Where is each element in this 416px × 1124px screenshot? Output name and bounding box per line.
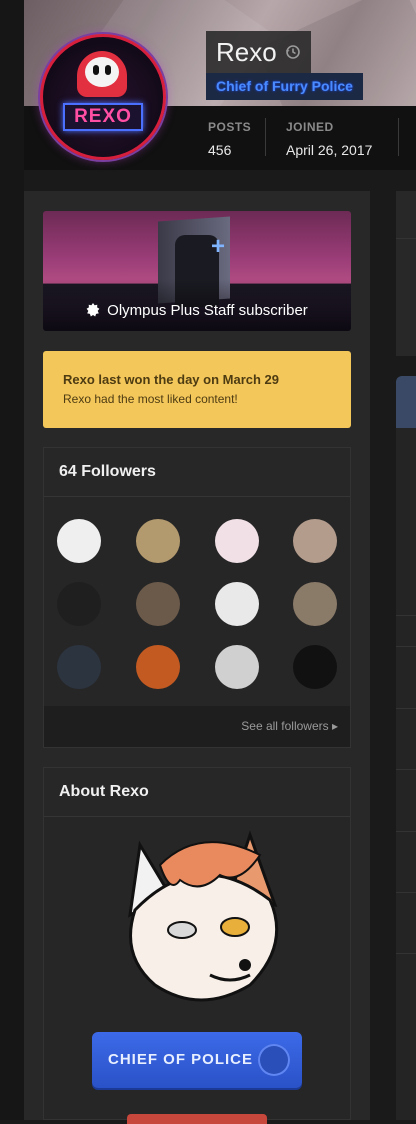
stat-value: April 26, 2017 [286, 142, 373, 158]
follower-avatar[interactable] [136, 582, 180, 626]
won-day-subtitle: Rexo had the most liked content! [63, 392, 238, 406]
profile-name-box: Rexo [206, 31, 311, 73]
fox-illustration [128, 830, 279, 1002]
stat-posts[interactable]: POSTS 456 [208, 120, 251, 158]
stat-label: JOINED [286, 120, 334, 134]
subscription-text: Olympus Plus Staff subscriber [107, 301, 308, 319]
divider [396, 769, 416, 770]
followers-grid [44, 497, 350, 705]
profile-member-title: Chief of Furry Police [206, 73, 363, 100]
follower-avatar[interactable] [215, 582, 259, 626]
won-day-title: Rexo last won the day on March 29 [63, 372, 279, 387]
follower-avatar[interactable] [293, 582, 337, 626]
chief-of-police-banner: CHIEF OF POLICE [92, 1032, 302, 1088]
divider [396, 646, 416, 647]
right-panel-header [396, 191, 416, 239]
page-left-gutter [0, 0, 24, 1120]
avatar-mask [85, 57, 119, 87]
followers-widget: 64 Followers See all followers ▸ [43, 447, 351, 748]
plus-icon: + [211, 233, 226, 260]
red-banner [127, 1114, 267, 1124]
about-widget: About Rexo CHIEF OF POLICE [43, 767, 351, 1124]
stat-value: 456 [208, 142, 232, 158]
divider [396, 708, 416, 709]
divider [396, 831, 416, 832]
history-icon[interactable] [285, 44, 301, 60]
stat-joined: JOINED April 26, 2017 [286, 120, 372, 158]
right-content-panel [396, 191, 416, 356]
follower-avatar[interactable] [293, 645, 337, 689]
follower-avatar[interactable] [57, 582, 101, 626]
follower-avatar[interactable] [57, 645, 101, 689]
followers-title: 64 Followers [44, 448, 350, 497]
avatar-eye [93, 65, 99, 75]
about-title: About Rexo [44, 768, 350, 817]
see-all-followers-link[interactable]: See all followers ▸ [44, 706, 350, 747]
avatar-eye [105, 65, 111, 75]
divider [396, 953, 416, 954]
profile-avatar[interactable]: REXO [40, 34, 166, 160]
divider [396, 615, 416, 616]
divider [396, 892, 416, 893]
avatar-tag: REXO [63, 103, 143, 131]
follower-avatar[interactable] [293, 519, 337, 563]
right-content-column [396, 428, 416, 1120]
won-the-day-card: Rexo last won the day on March 29 Rexo h… [43, 351, 351, 428]
police-badge-icon [258, 1044, 290, 1076]
follower-avatar[interactable] [136, 519, 180, 563]
follower-avatar[interactable] [215, 519, 259, 563]
stat-label: POSTS [208, 120, 252, 134]
follower-avatar[interactable] [57, 519, 101, 563]
subscription-label: Olympus Plus Staff subscriber [43, 279, 351, 331]
follower-avatar[interactable] [136, 645, 180, 689]
stat-divider [265, 118, 266, 156]
right-blue-block [396, 376, 416, 428]
subscription-card[interactable]: + Olympus Plus Staff subscriber [43, 211, 351, 331]
badge-icon [86, 303, 100, 317]
profile-name: Rexo [216, 37, 277, 67]
police-label: CHIEF OF POLICE [108, 1051, 254, 1068]
follower-avatar[interactable] [215, 645, 259, 689]
stat-divider [398, 118, 399, 156]
